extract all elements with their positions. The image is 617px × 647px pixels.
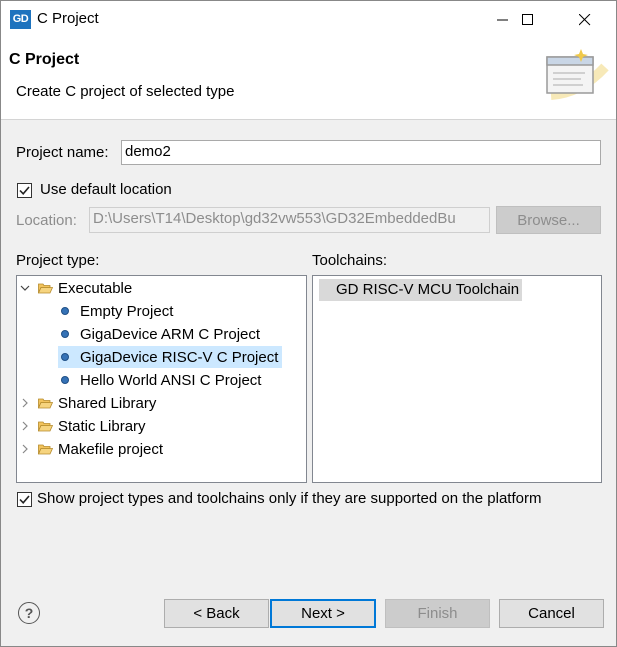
tree-item-label: Hello World ANSI C Project — [80, 371, 262, 389]
page-title: C Project — [9, 51, 80, 68]
help-icon[interactable]: ? — [18, 602, 40, 624]
chevron-down-icon[interactable] — [20, 283, 30, 293]
toolchain-item-gd-risc-v-mcu[interactable]: GD RISC-V MCU Toolchain — [319, 279, 523, 301]
toolchains-label: Toolchains: — [312, 252, 388, 269]
tree-item-label: Shared Library — [58, 394, 157, 412]
maximize-icon — [522, 14, 533, 25]
tree-item-label: Makefile project — [58, 440, 164, 458]
c-project-dialog: GD C Project C Project Create C project … — [0, 0, 617, 647]
tree-item-label: Static Library — [58, 417, 146, 435]
folder-open-icon — [38, 444, 53, 455]
tree-item-executable[interactable]: Executable — [20, 277, 132, 299]
project-type-icon — [61, 307, 69, 315]
tree-item-label: Empty Project — [80, 302, 174, 320]
tree-item-empty-project[interactable]: Empty Project — [61, 300, 173, 322]
maximize-button[interactable] — [505, 1, 551, 39]
project-name-input[interactable]: demo2 — [121, 140, 601, 165]
location-label: Location: — [16, 212, 77, 229]
next-button[interactable]: Next > — [270, 599, 376, 628]
tree-item-label: GigaDevice RISC-V C Project — [80, 348, 279, 366]
project-type-icon — [61, 376, 69, 384]
folder-open-icon — [38, 398, 53, 409]
tree-item-gigadevice-arm-c-project[interactable]: GigaDevice ARM C Project — [61, 323, 260, 345]
chevron-right-icon[interactable] — [20, 421, 30, 431]
use-default-location-checkbox[interactable] — [17, 183, 32, 198]
cancel-button[interactable]: Cancel — [499, 599, 604, 628]
toolchains-list: GD RISC-V MCU Toolchain — [312, 275, 602, 483]
window-title: C Project — [37, 10, 99, 27]
location-input[interactable]: D:\Users\T14\Desktop\gd32vw553\GD32Embed… — [89, 207, 490, 233]
chevron-right-icon[interactable] — [20, 444, 30, 454]
tree-item-gigadevice-risc-v-c-project[interactable]: GigaDevice RISC-V C Project — [58, 346, 283, 368]
tree-item-label: Executable — [58, 279, 133, 297]
close-button[interactable] — [562, 1, 608, 39]
chevron-right-icon[interactable] — [20, 398, 30, 408]
show-supported-only-label: Show project types and toolchains only i… — [37, 490, 542, 507]
tree-item-static-library[interactable]: Static Library — [20, 415, 146, 437]
project-type-tree: Executable Empty Project GigaDevice ARM … — [16, 275, 307, 483]
wizard-header: C Project Create C project of selected t… — [1, 39, 616, 120]
title-bar: GD C Project — [1, 1, 616, 39]
project-type-icon — [61, 330, 69, 338]
finish-button[interactable]: Finish — [385, 599, 490, 628]
browse-button[interactable]: Browse... — [496, 206, 601, 234]
checkmark-icon — [19, 186, 30, 195]
checkmark-icon — [19, 495, 30, 504]
tree-item-makefile-project[interactable]: Makefile project — [20, 438, 163, 460]
folder-open-icon — [38, 421, 53, 432]
tree-item-hello-world-ansi-c-project[interactable]: Hello World ANSI C Project — [61, 369, 261, 391]
tree-item-label: GigaDevice ARM C Project — [80, 325, 261, 343]
project-type-icon — [61, 353, 69, 361]
project-type-label: Project type: — [16, 252, 100, 269]
close-icon — [579, 14, 591, 26]
use-default-location-label: Use default location — [40, 181, 172, 198]
page-description: Create C project of selected type — [16, 83, 235, 100]
project-name-label: Project name: — [16, 144, 109, 161]
show-supported-only-checkbox[interactable] — [17, 492, 32, 507]
new-project-wizard-icon — [546, 49, 609, 100]
folder-open-icon — [38, 283, 53, 294]
back-button[interactable]: < Back — [164, 599, 269, 628]
gd-app-icon: GD — [10, 10, 31, 29]
tree-item-shared-library[interactable]: Shared Library — [20, 392, 156, 414]
